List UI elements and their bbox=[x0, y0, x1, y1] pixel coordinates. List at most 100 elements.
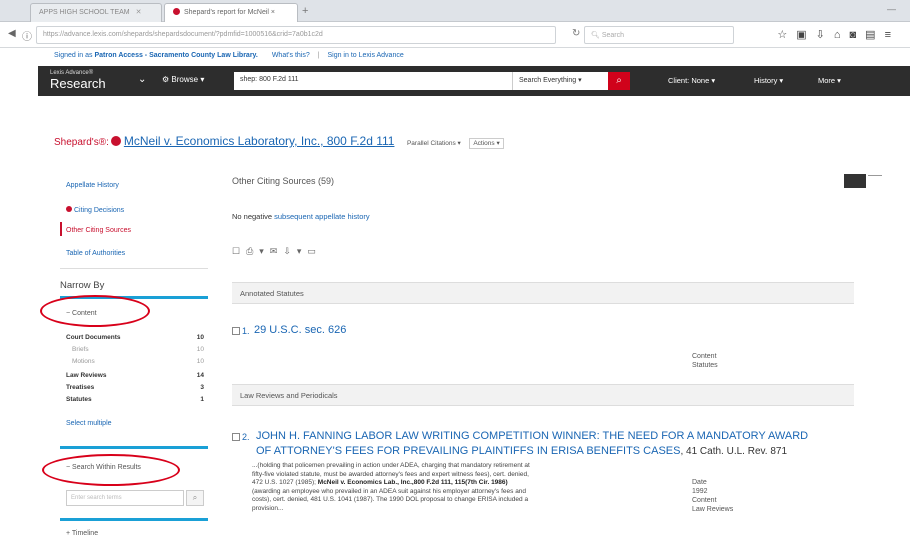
facet-label: Briefs bbox=[72, 346, 89, 353]
back-arrow-icon[interactable]: ◀ bbox=[8, 28, 16, 39]
client-menu[interactable]: Client: None ▾ bbox=[668, 76, 715, 85]
info-icon[interactable]: ⓘ bbox=[22, 28, 32, 43]
appellate-history-link[interactable]: subsequent appellate history bbox=[274, 212, 369, 221]
meta-label: Date bbox=[692, 479, 707, 486]
facet-briefs[interactable]: Briefs 10 bbox=[66, 346, 204, 353]
lexis-logo[interactable]: Lexis Advance® Research bbox=[50, 70, 106, 91]
shepards-favicon-icon bbox=[173, 8, 180, 15]
result-number[interactable]: 1. bbox=[232, 326, 250, 336]
download-icon[interactable]: ⇩▾ bbox=[283, 246, 307, 256]
reload-icon[interactable]: ↻ bbox=[572, 28, 580, 39]
page-title: Other Citing Sources (59) bbox=[232, 176, 335, 186]
result-title-link-cont[interactable]: OF ATTORNEY'S FEES FOR PREVAILING PLAINT… bbox=[256, 445, 787, 457]
search-within-button[interactable]: ⌕ bbox=[186, 490, 204, 506]
actions-dropdown[interactable]: Actions ▾ bbox=[469, 138, 504, 149]
reader-icon[interactable]: ▤ bbox=[865, 29, 884, 41]
checkbox-icon[interactable]: ☐ bbox=[232, 246, 246, 256]
history-menu[interactable]: History ▾ bbox=[754, 76, 783, 85]
browser-toolbar-icons[interactable]: ☆▣⇩⌂◙▤≡ bbox=[777, 28, 900, 41]
result-meta: Date 1992 Content Law Reviews bbox=[692, 478, 733, 514]
print-icon[interactable]: ⎙▾ bbox=[246, 246, 270, 256]
facet-label: Court Documents bbox=[66, 334, 121, 341]
menu-icon[interactable]: ≡ bbox=[885, 29, 900, 41]
browser-tab-bar: APPS HIGH SCHOOL TEAM ✕ Shepard's report … bbox=[0, 0, 910, 22]
divider bbox=[60, 268, 208, 269]
red-signal-icon bbox=[66, 206, 72, 212]
snippet-line: provision... bbox=[252, 504, 284, 512]
home-icon[interactable]: ⌂ bbox=[834, 29, 850, 41]
browse-menu[interactable]: ⚙ Browse ▾ bbox=[162, 75, 204, 84]
timeline-toggle[interactable]: + Timeline bbox=[66, 530, 98, 537]
search-within-input[interactable]: Enter search terms bbox=[66, 490, 184, 506]
sidebar-item-other-citing-sources[interactable]: Other Citing Sources bbox=[66, 227, 131, 234]
group-header-law-reviews: Law Reviews and Periodicals bbox=[232, 384, 854, 406]
sidebar-item-table-of-authorities[interactable]: Table of Authorities bbox=[66, 250, 125, 257]
browser-tab-active[interactable]: Shepard's report for McNeil × bbox=[164, 3, 298, 22]
search-button[interactable]: ⌕ bbox=[608, 72, 630, 90]
narrow-by-heading: Narrow By bbox=[60, 280, 105, 291]
history-label: History bbox=[754, 76, 778, 85]
case-title-link[interactable]: McNeil v. Economics Laboratory, Inc., 80… bbox=[124, 134, 395, 148]
clipboard-icon[interactable]: ▣ bbox=[796, 29, 815, 41]
result-title-link[interactable]: JOHN H. FANNING LABOR LAW WRITING COMPET… bbox=[256, 430, 808, 442]
window-controls[interactable]: — bbox=[887, 4, 896, 14]
search-placeholder: Search bbox=[601, 32, 625, 39]
result-toolbar: ☐⎙▾✉⇩▾▭ bbox=[232, 246, 322, 257]
snippet-line: fifty-five violated statute, must be awa… bbox=[252, 470, 529, 478]
search-input[interactable]: shep: 800 F.2d 111 bbox=[234, 72, 512, 90]
result-title-link[interactable]: 29 U.S.C. sec. 626 bbox=[254, 324, 346, 336]
patron-name: Patron Access - Sacramento County Law Li… bbox=[94, 52, 258, 59]
meta-value: 1992 bbox=[692, 488, 708, 495]
result-meta: Content Statutes bbox=[692, 352, 718, 370]
lexis-header-bar: Lexis Advance® Research ⌄ ⚙ Browse ▾ she… bbox=[38, 66, 910, 96]
snippet-highlight: McNeil v. Economics Lab., Inc.,800 F.2d … bbox=[317, 479, 508, 486]
scope-label: Search Everything bbox=[519, 77, 577, 84]
folder-icon[interactable]: ▭ bbox=[307, 246, 322, 256]
sidebar-item-appellate-history[interactable]: Appellate History bbox=[66, 182, 119, 189]
facet-statutes[interactable]: Statutes 1 bbox=[66, 396, 204, 403]
facet-label: Statutes bbox=[66, 396, 92, 403]
gear-icon: ⚙ bbox=[162, 75, 170, 84]
browser-search-input[interactable]: 🔍︎ Search bbox=[584, 26, 734, 44]
url-text: https://advance.lexis.com/shepards/shepa… bbox=[43, 31, 323, 38]
download-icon[interactable]: ⇩ bbox=[816, 29, 834, 41]
tab-label: Shepard's report for McNeil × bbox=[184, 9, 276, 16]
sign-in-link[interactable]: Sign in to Lexis Advance bbox=[327, 52, 403, 59]
meta-value: Law Reviews bbox=[692, 506, 734, 513]
facet-court-documents[interactable]: Court Documents 10 bbox=[66, 334, 204, 341]
meta-label: Content bbox=[692, 497, 717, 504]
pocket-icon[interactable]: ◙ bbox=[850, 29, 866, 41]
browser-tab[interactable]: APPS HIGH SCHOOL TEAM ✕ bbox=[30, 3, 162, 22]
checkbox-icon[interactable] bbox=[232, 433, 240, 441]
annotation-oval-search-within bbox=[42, 454, 180, 486]
facet-motions[interactable]: Motions 10 bbox=[66, 358, 204, 365]
parallel-citations-dropdown[interactable]: Parallel Citations ▾ bbox=[407, 140, 461, 147]
parallel-label: Parallel Citations bbox=[406, 140, 456, 147]
patron-access-line: Signed in as Patron Access - Sacramento … bbox=[54, 52, 404, 59]
new-tab-icon[interactable]: + bbox=[302, 5, 308, 17]
star-icon[interactable]: ☆ bbox=[777, 29, 796, 41]
more-menu[interactable]: More ▾ bbox=[818, 76, 841, 85]
view-toggle-icon[interactable] bbox=[844, 170, 884, 190]
checkbox-icon[interactable] bbox=[232, 327, 240, 335]
address-bar[interactable]: https://advance.lexis.com/shepards/shepa… bbox=[36, 26, 556, 44]
facet-treatises[interactable]: Treatises 3 bbox=[66, 384, 204, 391]
result-number[interactable]: 2. bbox=[232, 432, 250, 442]
search-icon: 🔍︎ bbox=[591, 32, 600, 39]
citation: , 41 Cath. U.L. Rev. 871 bbox=[680, 446, 788, 457]
sidebar-item-citing-decisions[interactable]: Citing Decisions bbox=[66, 206, 124, 214]
facet-label: Motions bbox=[72, 358, 95, 365]
close-icon[interactable]: ✕ bbox=[136, 9, 142, 16]
email-icon[interactable]: ✉ bbox=[270, 246, 284, 256]
result-index: 2. bbox=[242, 432, 250, 442]
chevron-down-icon[interactable]: ⌄ bbox=[138, 74, 146, 85]
select-multiple-link[interactable]: Select multiple bbox=[66, 420, 112, 427]
search-scope-dropdown[interactable]: Search Everything ▾ bbox=[512, 72, 608, 90]
facet-count: 3 bbox=[200, 384, 204, 391]
title-line2: OF ATTORNEY'S FEES FOR PREVAILING PLAINT… bbox=[256, 445, 681, 457]
whats-this-link[interactable]: What's this? bbox=[272, 52, 310, 59]
snippet-line: ...(holding that policemen prevailing in… bbox=[252, 462, 530, 469]
snippet-line: costs), cert. denied, 481 U.S. 1041 (198… bbox=[252, 496, 529, 503]
facet-count: 10 bbox=[196, 346, 204, 353]
facet-law-reviews[interactable]: Law Reviews 14 bbox=[66, 372, 204, 379]
